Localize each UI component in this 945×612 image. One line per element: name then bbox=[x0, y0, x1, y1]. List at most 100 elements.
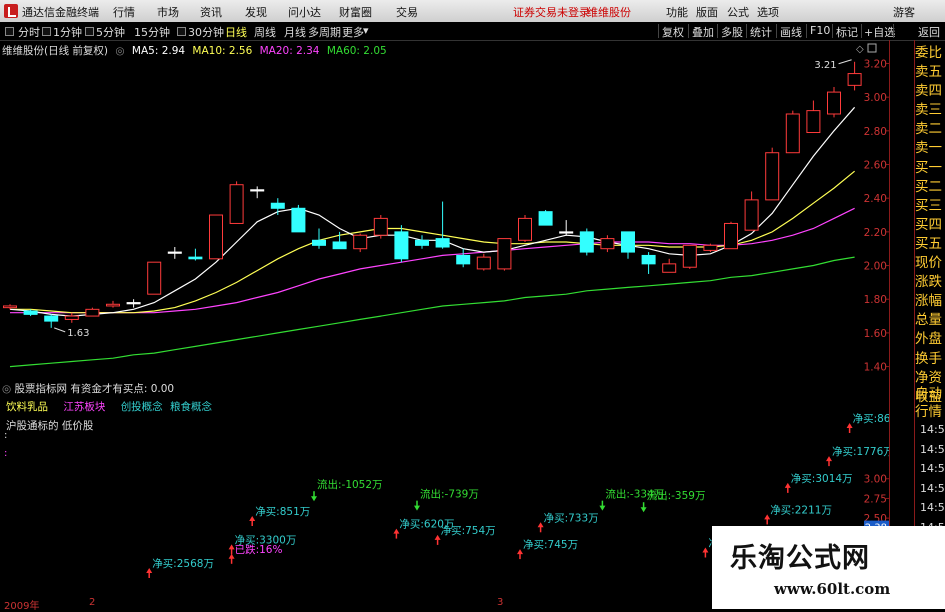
quote-label: 外盘 bbox=[915, 331, 942, 348]
candle-body bbox=[126, 302, 141, 305]
tick-time: 14:56 bbox=[920, 501, 945, 514]
button-statistics[interactable]: 统计 bbox=[750, 24, 772, 40]
ma20-label: MA20: 2.34 bbox=[259, 45, 320, 57]
tab-intraday[interactable]: 分时 bbox=[18, 24, 40, 40]
tab-30min[interactable]: 30分钟 bbox=[188, 24, 224, 40]
candle-body bbox=[497, 238, 512, 270]
high-price-label: 3.21 bbox=[814, 60, 836, 71]
flow-label: 净买:2211万 bbox=[770, 503, 832, 516]
button-draw[interactable]: 画线 bbox=[780, 24, 802, 40]
candle-body bbox=[600, 238, 615, 250]
tab-multi-period[interactable]: 多周期 bbox=[308, 24, 341, 40]
price-tick-label: 1.80 bbox=[864, 294, 887, 306]
sector-tag[interactable]: 粮食概念 bbox=[170, 401, 212, 413]
flow-label: 流出:-739万 bbox=[420, 488, 479, 501]
candle-body bbox=[167, 251, 182, 254]
quote-label: 买三 bbox=[915, 197, 942, 214]
candle-body bbox=[353, 234, 368, 250]
menu-item-news[interactable]: 资讯 bbox=[200, 4, 222, 20]
checkbox-icon[interactable] bbox=[42, 27, 51, 36]
button-f10[interactable]: F10 bbox=[810, 24, 830, 37]
candle-body bbox=[209, 214, 223, 260]
tick-time: 14:55 bbox=[920, 462, 945, 475]
tick-time: 14:56 bbox=[920, 481, 945, 495]
tab-daily[interactable]: 日线 bbox=[225, 24, 247, 40]
button-back[interactable]: 返回 bbox=[918, 24, 940, 40]
maximize-icon bbox=[867, 43, 877, 53]
quote-label[interactable]: 行情 bbox=[915, 403, 945, 421]
candle-body bbox=[621, 231, 635, 253]
tab-more[interactable]: 更多 bbox=[342, 24, 364, 40]
price-tick-label: 3.20 bbox=[864, 58, 887, 70]
tab-weekly[interactable]: 周线 bbox=[254, 24, 276, 40]
quote-label: 买一 bbox=[915, 159, 942, 176]
watermark-title: 乐淘公式网 bbox=[730, 543, 870, 574]
divider bbox=[889, 40, 890, 597]
candle-body bbox=[703, 244, 718, 251]
login-warning[interactable]: 证券交易未登录 bbox=[513, 4, 590, 20]
menu-item-function[interactable]: 功能 bbox=[666, 4, 688, 20]
tab-5min[interactable]: 5分钟 bbox=[96, 24, 125, 40]
quote-label: 卖四 bbox=[915, 83, 942, 100]
candle-body bbox=[641, 254, 656, 265]
divider bbox=[746, 24, 747, 38]
divider bbox=[806, 24, 807, 38]
more-chevron-down-icon[interactable]: ▾ bbox=[363, 24, 369, 37]
menu-item-options[interactable]: 选项 bbox=[757, 4, 779, 20]
quote-label: 卖五 bbox=[915, 64, 942, 81]
button-overlay[interactable]: 叠加 bbox=[692, 24, 714, 40]
sector-tags: 饮料乳品 江苏板块 创投概念 粮食概念 bbox=[6, 399, 224, 414]
price-tick-label: 2.00 bbox=[864, 261, 887, 273]
menu-item-layout[interactable]: 版面 bbox=[696, 4, 718, 20]
guest-label[interactable]: 游客 bbox=[893, 4, 915, 20]
menu-item-wealth[interactable]: 财富圈 bbox=[339, 4, 372, 20]
menu-item-ask[interactable]: 问小达 bbox=[288, 4, 321, 20]
checkbox-icon[interactable] bbox=[85, 27, 94, 36]
button-adjust[interactable]: 复权 bbox=[662, 24, 684, 40]
menu-item-formula[interactable]: 公式 bbox=[727, 4, 749, 20]
low-price-label: 1.63 bbox=[67, 328, 89, 339]
indicator-settings-icon[interactable]: ◎ bbox=[2, 383, 11, 395]
divider bbox=[861, 24, 862, 38]
sector-tag[interactable]: 创投概念 bbox=[121, 401, 163, 413]
tab-15min[interactable]: 15分钟 bbox=[134, 24, 170, 40]
menu-item-quotes[interactable]: 行情 bbox=[113, 4, 135, 20]
candlestick-chart[interactable]: 3.20 3.00 2.80 2.60 2.40 2.20 2.00 1.80 1.60 1.40… bbox=[0, 40, 889, 380]
candle-body bbox=[332, 241, 347, 250]
checkbox-icon[interactable] bbox=[5, 27, 14, 36]
ma60-label: MA60: 2.05 bbox=[326, 45, 387, 57]
candle-body bbox=[85, 308, 100, 317]
tab-1min[interactable]: 1分钟 bbox=[53, 24, 82, 40]
sector-tag[interactable]: 江苏板块 bbox=[63, 401, 105, 413]
button-multi-stock[interactable]: 多股 bbox=[721, 24, 743, 40]
divider bbox=[832, 24, 833, 38]
button-add-watchlist[interactable]: +自选 bbox=[864, 24, 895, 40]
price-tick-label: 2.20 bbox=[864, 227, 887, 239]
app-logo-icon bbox=[4, 4, 18, 18]
quote-panel: 委比 卖五 卖四 卖三 卖二 卖一 买一 买二 买三 买四 买五 现价 涨跌 涨幅 总量 外盘 换手 净资 收益 bbox=[915, 44, 945, 405]
price-tick-label: 1.40 bbox=[864, 362, 887, 374]
time-axis-label: 3 bbox=[497, 597, 504, 608]
tab-monthly[interactable]: 月线 bbox=[284, 24, 306, 40]
time-axis-label: 2 bbox=[89, 597, 96, 608]
auto-label[interactable]: 自动 bbox=[915, 385, 945, 403]
flow-label: 净买:851万 bbox=[255, 505, 310, 518]
candle-body bbox=[559, 231, 574, 234]
price-tick-label: 3.00 bbox=[864, 92, 887, 104]
sector-tag[interactable]: 饮料乳品 bbox=[6, 401, 48, 413]
menu-item-trade[interactable]: 交易 bbox=[396, 4, 418, 20]
menu-item-discover[interactable]: 发现 bbox=[245, 4, 267, 20]
candle-body bbox=[23, 310, 38, 315]
menu-item-market[interactable]: 市场 bbox=[157, 4, 179, 20]
price-tick-label: 2.80 bbox=[864, 126, 887, 138]
settings-gear-icon[interactable]: ◎ bbox=[115, 45, 124, 57]
flow-label: 净买:86 bbox=[853, 412, 889, 425]
quote-label: 现价 bbox=[915, 255, 942, 272]
candle-body bbox=[106, 303, 120, 307]
button-mark[interactable]: 标记 bbox=[836, 24, 858, 40]
quote-label: 买五 bbox=[915, 235, 942, 252]
checkbox-icon[interactable] bbox=[177, 27, 186, 36]
quote-label: 委比 bbox=[915, 45, 942, 61]
candle-body bbox=[3, 305, 17, 309]
current-stock-name: 维维股份 bbox=[587, 6, 631, 19]
